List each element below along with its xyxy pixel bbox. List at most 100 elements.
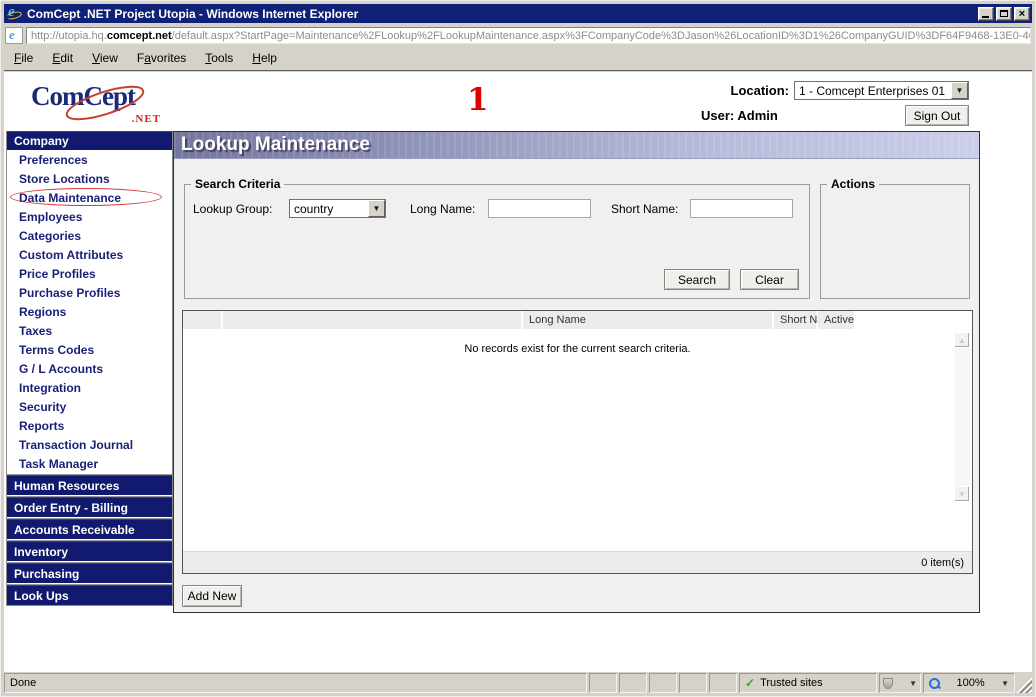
clear-button[interactable]: Clear — [740, 269, 799, 290]
close-button[interactable]: × — [1014, 6, 1030, 21]
sidebar-item[interactable]: Task Manager — [7, 454, 172, 473]
url-domain: comcept.net — [106, 29, 172, 42]
header-right: Location: 1 - Comcept Enterprises 01 ▼ U… — [701, 81, 969, 126]
annotation-number: 1 — [467, 82, 489, 118]
logo-net-label: .NET — [131, 113, 161, 125]
sign-out-button[interactable]: Sign Out — [905, 105, 969, 126]
location-dropdown[interactable]: 1 - Comcept Enterprises 01 ▼ — [794, 81, 969, 100]
long-name-input[interactable] — [488, 199, 591, 218]
sidebar-item[interactable]: Data Maintenance — [7, 188, 172, 207]
search-button[interactable]: Search — [664, 269, 730, 290]
sidebar-item[interactable]: Purchase Profiles — [7, 283, 172, 302]
column-header[interactable]: Active — [818, 311, 856, 330]
results-table: Long Name Short Name Active No records e… — [182, 310, 973, 574]
shield-icon — [883, 677, 893, 689]
sidebar-item[interactable]: G / L Accounts — [7, 359, 172, 378]
page-favicon-icon: e — [5, 27, 23, 44]
status-bar: Done ✓ Trusted sites ▼ 100% ▼ — [4, 673, 1032, 693]
scroll-up-icon[interactable]: ▲ — [954, 332, 970, 348]
sidebar-item[interactable]: Price Profiles — [7, 264, 172, 283]
short-name-input[interactable] — [690, 199, 793, 218]
sidebar-item[interactable]: Categories — [7, 226, 172, 245]
status-pane-empty — [679, 673, 707, 693]
minimize-button[interactable] — [978, 6, 994, 21]
internet-explorer-icon: e — [6, 4, 22, 21]
magnifier-icon — [929, 677, 940, 689]
protected-mode-pane[interactable]: ▼ — [879, 673, 921, 693]
sidebar-item[interactable]: Regions — [7, 302, 172, 321]
user-label: User: Admin — [701, 108, 778, 123]
page-title-banner: Lookup Maintenance — [174, 132, 979, 159]
lookup-group-value: country — [294, 201, 334, 216]
address-input[interactable]: http://utopia.hq. comcept.net/default.asp… — [26, 27, 1031, 44]
search-criteria-fieldset: Search Criteria Lookup Group: country ▼ … — [184, 177, 810, 299]
status-pane-empty — [709, 673, 737, 693]
resize-grip[interactable] — [1017, 673, 1032, 693]
sidebar-item[interactable]: Terms Codes — [7, 340, 172, 359]
scroll-down-icon[interactable]: ▼ — [954, 486, 970, 502]
sidebar-section-header[interactable]: Look Ups — [7, 585, 172, 605]
sidebar-items: Preferences Store Locations Data Mainten… — [7, 150, 172, 473]
column-header[interactable]: Long Name — [523, 311, 774, 330]
sidebar-section-header[interactable]: Inventory — [7, 541, 172, 561]
column-header[interactable] — [223, 311, 523, 330]
sidebar-item[interactable]: Integration — [7, 378, 172, 397]
maximize-icon — [1000, 10, 1008, 17]
maximize-button[interactable] — [996, 6, 1012, 21]
sidebar-item[interactable]: Custom Attributes — [7, 245, 172, 264]
address-bar: e http://utopia.hq. comcept.net/default.a… — [4, 25, 1032, 46]
menu-item[interactable]: Help — [249, 49, 287, 67]
menu-item[interactable]: View — [89, 49, 128, 67]
empty-results-message: No records exist for the current search … — [464, 343, 691, 355]
menu-bar: File Edit View Favorites Tools Help — [4, 46, 1032, 71]
chevron-down-icon[interactable]: ▼ — [1001, 679, 1009, 688]
menu-item[interactable]: File — [11, 49, 43, 67]
status-pane-empty — [589, 673, 617, 693]
lookup-group-dropdown[interactable]: country ▼ — [289, 199, 386, 218]
dropdown-arrow-icon[interactable]: ▼ — [951, 82, 968, 99]
zoom-control-pane[interactable]: 100% ▼ — [923, 673, 1015, 693]
page-content: ComCept .NET 1 Location: 1 - Comcept Ent… — [4, 72, 1032, 672]
sidebar-section-header[interactable]: Accounts Receivable — [7, 519, 172, 539]
menu-item[interactable]: Edit — [49, 49, 83, 67]
sidebar-header-company[interactable]: Company — [7, 131, 172, 150]
sidebar-section-header[interactable]: Order Entry - Billing — [7, 497, 172, 517]
chevron-down-icon[interactable]: ▼ — [909, 679, 917, 688]
vertical-scrollbar[interactable]: ▲ ▼ — [954, 332, 970, 502]
page-title: Lookup Maintenance — [181, 134, 370, 155]
sidebar-item[interactable]: Transaction Journal — [7, 435, 172, 454]
dropdown-arrow-icon[interactable]: ▼ — [368, 200, 385, 217]
sidebar-section-header[interactable]: Human Resources — [7, 475, 172, 495]
lookup-group-label: Lookup Group: — [193, 201, 273, 216]
security-zone-pane: ✓ Trusted sites — [739, 673, 877, 693]
minimize-icon — [982, 15, 989, 18]
sidebar-item[interactable]: Security — [7, 397, 172, 416]
status-text-pane: Done — [4, 673, 587, 693]
status-text: Done — [10, 677, 37, 689]
comcept-logo: ComCept .NET — [31, 81, 165, 129]
item-count: 0 item(s) — [921, 556, 964, 569]
zoom-level: 100% — [956, 677, 985, 689]
sidebar-section-header[interactable]: Purchasing — [7, 563, 172, 583]
scrollbar-track[interactable] — [954, 348, 970, 486]
sidebar-item[interactable]: Store Locations — [7, 169, 172, 188]
sidebar-item[interactable]: Preferences — [7, 150, 172, 169]
sidebar-item[interactable]: Taxes — [7, 321, 172, 340]
trusted-sites-label: Trusted sites — [760, 677, 823, 689]
table-body: No records exist for the current search … — [183, 330, 972, 551]
table-footer: 0 item(s) — [183, 551, 972, 573]
menu-item[interactable]: Tools — [202, 49, 243, 67]
short-name-label: Short Name: — [611, 201, 679, 216]
column-header[interactable]: Short Name — [774, 311, 839, 330]
menu-item[interactable]: Favorites — [134, 49, 196, 67]
sidebar-item[interactable]: Reports — [7, 416, 172, 435]
status-pane-empty — [649, 673, 677, 693]
status-pane-empty — [619, 673, 647, 693]
column-header[interactable] — [183, 311, 223, 330]
add-new-button[interactable]: Add New — [182, 585, 242, 607]
trusted-check-icon: ✓ — [745, 676, 756, 690]
table-header-row: Long Name Short Name Active — [183, 311, 972, 330]
sidebar-item[interactable]: Employees — [7, 207, 172, 226]
location-value: 1 - Comcept Enterprises 01 — [799, 83, 946, 98]
close-icon: × — [1018, 7, 1026, 20]
